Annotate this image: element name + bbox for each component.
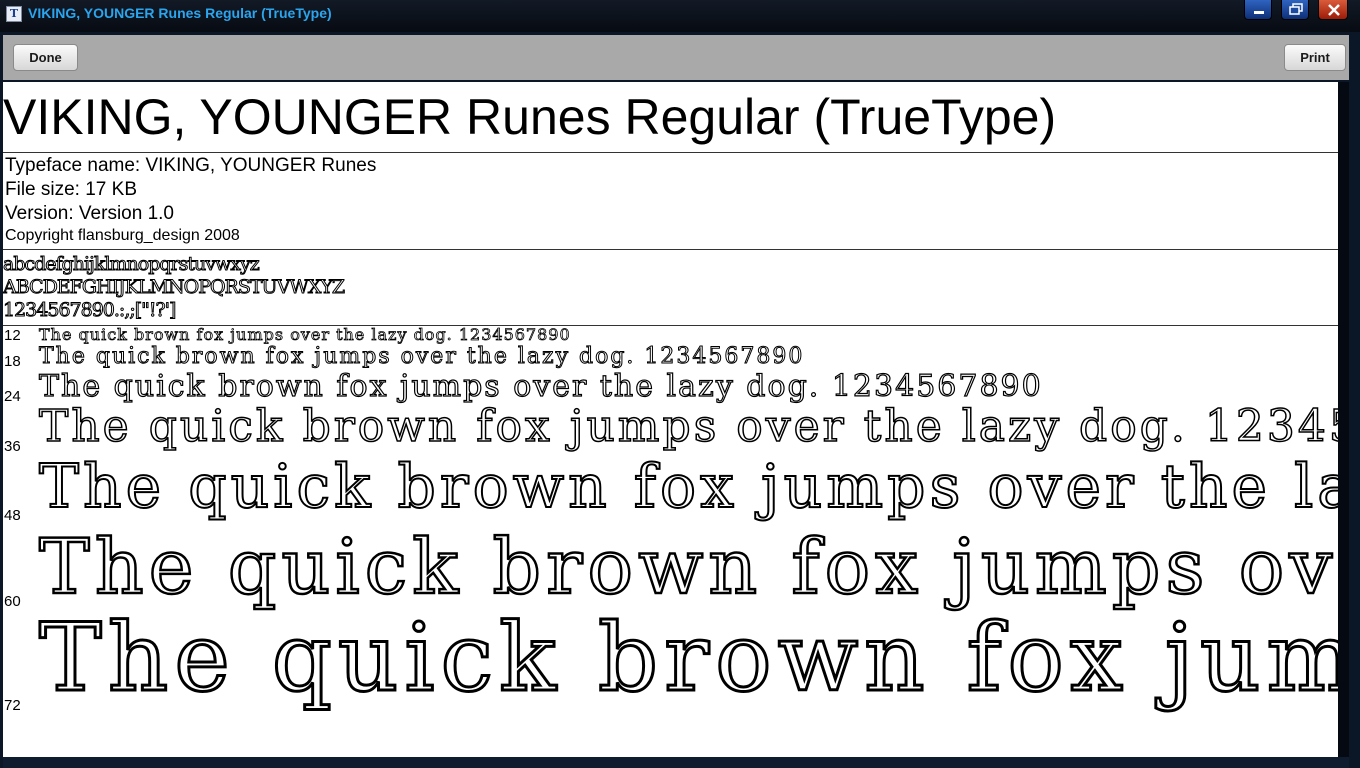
print-button[interactable]: Print xyxy=(1284,44,1346,71)
copyright-info: Copyright flansburg_design 2008 xyxy=(5,227,240,244)
close-icon xyxy=(1328,4,1340,16)
sample-text: The quick brown fox jumps over the lazy … xyxy=(37,603,1338,715)
restore-button[interactable] xyxy=(1281,0,1309,20)
done-button[interactable]: Done xyxy=(13,44,78,71)
sample-text: The quick brown fox jumps over the lazy … xyxy=(38,368,1043,404)
size-label: 12 xyxy=(4,327,21,344)
font-viewer-icon: T xyxy=(6,6,22,22)
charset-digits: 1234567890.:,;["!?'] xyxy=(3,299,177,322)
file-size: File size: 17 KB xyxy=(5,179,137,200)
divider xyxy=(3,152,1338,153)
size-label: 36 xyxy=(4,438,21,455)
sample-text: The quick brown fox jumps over the lazy … xyxy=(38,521,1338,613)
close-button[interactable] xyxy=(1318,0,1348,20)
size-label: 24 xyxy=(4,388,21,405)
sample-text: The quick brown fox jumps over the lazy … xyxy=(38,344,805,370)
scrollbar[interactable] xyxy=(1338,82,1349,757)
charset-uppercase: ABCDEFGHIJKLMNOPQRSTUVWXYZ xyxy=(3,276,346,299)
minimize-icon xyxy=(1254,11,1264,14)
window-bottom-border xyxy=(3,757,1349,768)
size-label: 18 xyxy=(4,353,21,370)
size-label: 60 xyxy=(4,593,21,610)
divider xyxy=(3,249,1338,250)
restore-icon xyxy=(1289,3,1303,15)
font-heading: VIKING, YOUNGER Runes Regular (TrueType) xyxy=(3,89,1057,145)
size-label: 48 xyxy=(4,507,21,524)
size-label: 72 xyxy=(4,697,21,714)
version-info: Version: Version 1.0 xyxy=(5,203,174,224)
charset-lowercase: abcdefghijklmnopqrstuvwxyz xyxy=(3,253,260,276)
sample-text: The quick brown fox jumps over the lazy … xyxy=(38,400,1338,453)
window-title-bar[interactable]: T VIKING, YOUNGER Runes Regular (TrueTyp… xyxy=(0,0,1360,32)
sample-text: The quick brown fox jumps over the lazy … xyxy=(38,451,1338,523)
minimize-button[interactable] xyxy=(1244,0,1272,20)
font-preview-pane: VIKING, YOUNGER Runes Regular (TrueType)… xyxy=(3,82,1338,757)
toolbar: Done Print xyxy=(3,35,1349,80)
window-title: VIKING, YOUNGER Runes Regular (TrueType) xyxy=(28,5,332,21)
typeface-name: Typeface name: VIKING, YOUNGER Runes xyxy=(5,155,377,176)
sample-text: The quick brown fox jumps over the lazy … xyxy=(39,325,571,345)
